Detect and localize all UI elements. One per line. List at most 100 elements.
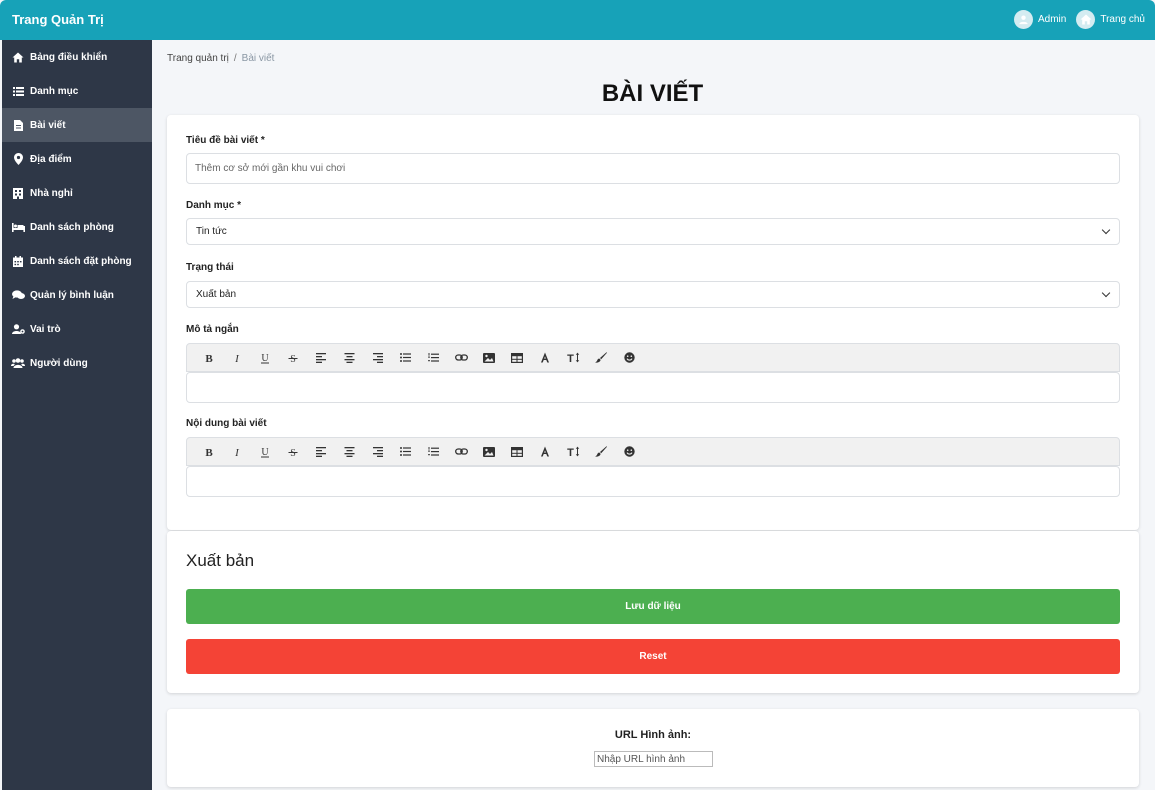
align-center-icon	[344, 352, 355, 363]
table-icon	[511, 352, 523, 363]
link-button[interactable]	[447, 347, 475, 369]
paint-brush-icon	[595, 352, 607, 363]
home-link[interactable]: Trang chủ	[1076, 10, 1145, 29]
align-center-button[interactable]	[335, 441, 363, 463]
image-button[interactable]	[475, 441, 503, 463]
table-button[interactable]	[503, 441, 531, 463]
font-button[interactable]	[531, 441, 559, 463]
chevron-down-icon	[1101, 288, 1111, 298]
svg-text:I: I	[234, 447, 240, 458]
home-icon	[11, 51, 25, 63]
sidebar-item-users[interactable]: Người dùng	[2, 346, 152, 380]
font-button[interactable]	[531, 347, 559, 369]
text-height-button[interactable]: T	[559, 347, 587, 369]
sidebar-item-roles[interactable]: Vai trò	[2, 312, 152, 346]
sidebar-item-rooms[interactable]: Danh sách phòng	[2, 210, 152, 244]
home-label: Trang chủ	[1100, 14, 1145, 25]
sidebar-item-label: Địa điểm	[30, 153, 72, 165]
align-right-button[interactable]	[363, 347, 391, 369]
file-icon	[11, 119, 25, 131]
align-left-button[interactable]	[307, 441, 335, 463]
category-select[interactable]: Tin tức	[186, 218, 1120, 245]
sidebar-item-posts[interactable]: Bài viết	[2, 108, 152, 142]
building-icon	[11, 187, 25, 199]
bed-icon	[11, 221, 25, 233]
post-form-card: Tiêu đề bài viết * Danh mục * Tin tức Tr…	[167, 115, 1139, 530]
list-icon	[11, 85, 25, 97]
home-circle-icon	[1076, 10, 1096, 29]
strikethrough-button[interactable]: S	[279, 347, 307, 369]
breadcrumb-root[interactable]: Trang quản trị	[167, 53, 229, 64]
numbered-list-button[interactable]	[419, 441, 447, 463]
bullet-list-button[interactable]	[391, 441, 419, 463]
numbered-list-button[interactable]	[419, 347, 447, 369]
italic-button[interactable]: I	[223, 347, 251, 369]
align-left-icon	[315, 446, 327, 457]
underline-icon: U	[259, 446, 271, 458]
sidebar-item-label: Bài viết	[30, 119, 66, 131]
image-url-input[interactable]	[594, 751, 713, 767]
reset-button[interactable]: Reset	[186, 639, 1120, 674]
bullet-list-icon	[399, 353, 411, 362]
bold-button[interactable]: B	[195, 441, 223, 463]
sidebar-item-label: Quản lý bình luận	[30, 289, 114, 301]
table-button[interactable]	[503, 347, 531, 369]
paint-brush-button[interactable]	[587, 441, 615, 463]
map-marker-icon	[11, 153, 25, 165]
sidebar-item-bookings[interactable]: Danh sách đặt phòng	[2, 244, 152, 278]
short-desc-label: Mô tả ngắn	[186, 324, 239, 335]
sidebar-item-dashboard[interactable]: Bảng điều khiển	[2, 40, 152, 74]
strikethrough-icon: S	[287, 446, 299, 458]
sidebar-item-guesthouses[interactable]: Nhà nghỉ	[2, 176, 152, 210]
bold-button[interactable]: B	[195, 347, 223, 369]
svg-text:T: T	[567, 353, 574, 363]
paint-brush-button[interactable]	[587, 347, 615, 369]
font-icon	[539, 352, 551, 363]
bold-icon: B	[203, 446, 215, 458]
publish-card: Xuất bản Lưu dữ liệu Reset	[167, 531, 1139, 693]
emoji-button[interactable]	[615, 347, 643, 369]
sidebar-item-locations[interactable]: Địa điểm	[2, 142, 152, 176]
align-center-button[interactable]	[335, 347, 363, 369]
admin-link[interactable]: Admin	[1013, 10, 1066, 29]
text-height-icon: T	[566, 352, 580, 363]
underline-button[interactable]: U	[251, 441, 279, 463]
bullet-list-button[interactable]	[391, 347, 419, 369]
svg-text:B: B	[205, 447, 213, 458]
content-editor[interactable]	[186, 466, 1120, 497]
status-select[interactable]: Xuất bản	[186, 281, 1120, 308]
link-icon	[454, 447, 468, 456]
image-icon	[483, 352, 495, 363]
emoji-button[interactable]	[615, 441, 643, 463]
breadcrumb-separator: /	[233, 53, 237, 64]
sidebar-item-categories[interactable]: Danh mục	[2, 74, 152, 108]
align-right-button[interactable]	[363, 441, 391, 463]
title-input[interactable]	[186, 153, 1120, 184]
sidebar-item-label: Bảng điều khiển	[30, 51, 108, 63]
font-icon	[539, 446, 551, 457]
status-label: Trạng thái	[186, 262, 234, 273]
sidebar-item-label: Vai trò	[30, 323, 61, 335]
strikethrough-button[interactable]: S	[279, 441, 307, 463]
publish-title: Xuất bản	[186, 551, 255, 570]
numbered-list-icon	[427, 352, 439, 363]
underline-button[interactable]: U	[251, 347, 279, 369]
short-desc-toolbar: B IUS T	[186, 343, 1120, 372]
brand-title[interactable]: Trang Quản Trị	[12, 12, 104, 27]
save-button[interactable]: Lưu dữ liệu	[186, 589, 1120, 624]
bold-icon: B	[203, 352, 215, 364]
align-right-icon	[372, 446, 383, 457]
image-button[interactable]	[475, 347, 503, 369]
svg-text:I: I	[234, 353, 240, 364]
italic-icon: I	[231, 446, 243, 458]
image-url-label: URL Hình ảnh:	[614, 729, 692, 741]
text-height-icon: T	[566, 446, 580, 457]
align-left-button[interactable]	[307, 347, 335, 369]
italic-button[interactable]: I	[223, 441, 251, 463]
short-desc-editor[interactable]	[186, 372, 1120, 403]
user-cog-icon	[11, 323, 25, 335]
link-button[interactable]	[447, 441, 475, 463]
sidebar-item-comments[interactable]: Quản lý bình luận	[2, 278, 152, 312]
text-height-button[interactable]: T	[559, 441, 587, 463]
content-toolbar: BIUST	[186, 437, 1120, 466]
